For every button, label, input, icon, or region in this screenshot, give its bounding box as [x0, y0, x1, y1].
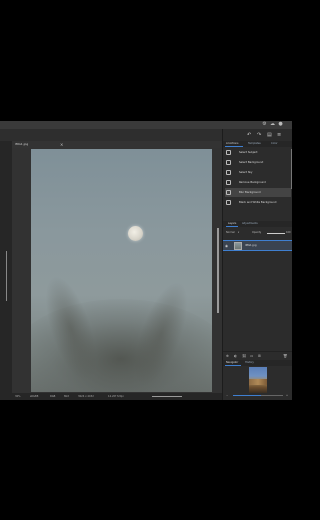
options-strip: [0, 129, 222, 141]
chevron-down-icon[interactable]: ▾: [238, 230, 239, 236]
panel-toolbar: ↶ ↷ ▤ ≡: [223, 129, 292, 141]
ai-action-label: Select Subject: [239, 151, 258, 154]
ai-action-label: Black and White Background: [239, 201, 277, 204]
navigator-thumbnail[interactable]: [249, 367, 267, 393]
canvas-horizontal-scrollbar[interactable]: [152, 396, 182, 397]
blur-background-icon: [226, 190, 231, 195]
eye-icon[interactable]: ◉: [225, 243, 228, 249]
status-mode: sRGB8: [30, 395, 39, 398]
opacity-value[interactable]: 100: [286, 230, 291, 236]
tab-adjustments[interactable]: Adjustments: [242, 221, 258, 227]
status-extra: 12.2M 72dpi: [108, 395, 124, 398]
tab-color[interactable]: Color: [271, 141, 278, 147]
select-subject-icon: [226, 150, 231, 155]
status-info2: 8bit: [64, 395, 69, 398]
group-icon[interactable]: ⊞: [258, 353, 261, 359]
active-tab-indicator: [225, 365, 241, 366]
layer-name: IMG1.jpg: [245, 244, 257, 247]
save-icon[interactable]: ▤: [267, 132, 272, 138]
canvas-area[interactable]: [12, 148, 222, 393]
ai-action-bw-background[interactable]: Black and White Background: [225, 198, 291, 207]
redo-icon[interactable]: ↷: [257, 132, 261, 138]
cloud-icon[interactable]: ☁: [270, 122, 275, 127]
thumbnail-landscape: [249, 379, 267, 385]
layer-controls: Normal ▾ Opacity 100: [223, 230, 292, 236]
opacity-label: Opacity: [252, 231, 262, 234]
right-panel: ↶ ↷ ▤ ≡ AI Actions Templates Color Selec…: [222, 129, 292, 400]
layers-panel-tabs: Layers Adjustments: [223, 221, 292, 227]
top-bar: ⚙ ☁ ●: [0, 121, 292, 129]
left-panel-resize-handle[interactable]: [6, 251, 7, 301]
tab-history[interactable]: History: [245, 360, 254, 366]
opacity-slider-fill: [267, 233, 285, 234]
zoom-slider-fill: [233, 395, 261, 396]
trash-icon[interactable]: 🗑: [283, 353, 287, 359]
user-icon[interactable]: ●: [278, 122, 283, 127]
bw-background-icon: [226, 200, 231, 205]
add-layer-icon[interactable]: ⊕: [226, 353, 229, 359]
layer-tools: ⊕ ◐ ⛓ ▭ ⊞ 🗑: [223, 351, 292, 360]
ai-panel-tabs: AI Actions Templates Color: [223, 141, 292, 147]
close-icon[interactable]: ×: [60, 141, 63, 148]
layer-row[interactable]: ◉ IMG1.jpg: [223, 240, 292, 251]
ai-action-select-background[interactable]: Select Background: [225, 158, 291, 167]
status-zoom[interactable]: 30%: [15, 393, 21, 400]
status-bar: 30% sRGB8 RGB 8bit 3024 x 4032 12.2M 72d…: [12, 393, 222, 400]
select-background-icon: [226, 160, 231, 165]
remove-background-icon: [226, 180, 231, 185]
photo-editor-window: ⚙ ☁ ● IMG1.jpg × 30% sRGB8 RGB 8bit 3024…: [0, 121, 292, 400]
opacity-slider[interactable]: [267, 233, 285, 234]
ai-action-label: Select Sky: [239, 171, 253, 174]
active-tab-indicator: [225, 146, 243, 147]
ai-action-label: Blur Background: [239, 191, 261, 194]
navigator-panel-tabs: Navigator History: [223, 360, 292, 366]
status-size: 3024 x 4032: [78, 395, 94, 398]
zoom-in-icon[interactable]: +: [286, 393, 288, 398]
document-tab-name: IMG1.jpg: [15, 142, 29, 146]
ai-action-label: Remove Background: [239, 181, 266, 184]
menu-icon[interactable]: ≡: [277, 132, 281, 138]
select-sky-icon: [226, 170, 231, 175]
ai-action-blur-background[interactable]: Blur Background: [225, 188, 291, 197]
zoom-out-icon[interactable]: −: [226, 393, 228, 398]
link-icon[interactable]: ⛓: [242, 353, 246, 359]
status-info1: RGB: [50, 395, 56, 398]
undo-icon[interactable]: ↶: [247, 132, 251, 138]
ai-action-select-sky[interactable]: Select Sky: [225, 168, 291, 177]
ai-action-remove-background[interactable]: Remove Background: [225, 178, 291, 187]
ai-action-label: Select Background: [239, 161, 264, 164]
moon: [128, 226, 143, 241]
zoom-slider[interactable]: [233, 395, 283, 396]
mask-icon[interactable]: ▭: [250, 353, 253, 359]
canvas-vertical-scrollbar[interactable]: [217, 228, 219, 313]
gear-icon[interactable]: ⚙: [262, 122, 267, 127]
tab-templates[interactable]: Templates: [248, 141, 261, 147]
document-image[interactable]: [31, 149, 212, 392]
blend-mode-select[interactable]: Normal: [226, 230, 235, 236]
layer-thumbnail: [234, 242, 242, 250]
ai-action-select-subject[interactable]: Select Subject: [225, 148, 291, 157]
active-tab-indicator: [226, 226, 238, 227]
ai-actions-scrollbar[interactable]: [291, 149, 292, 189]
navigator-zoom: − +: [225, 393, 291, 398]
adjustment-icon[interactable]: ◐: [234, 353, 237, 359]
